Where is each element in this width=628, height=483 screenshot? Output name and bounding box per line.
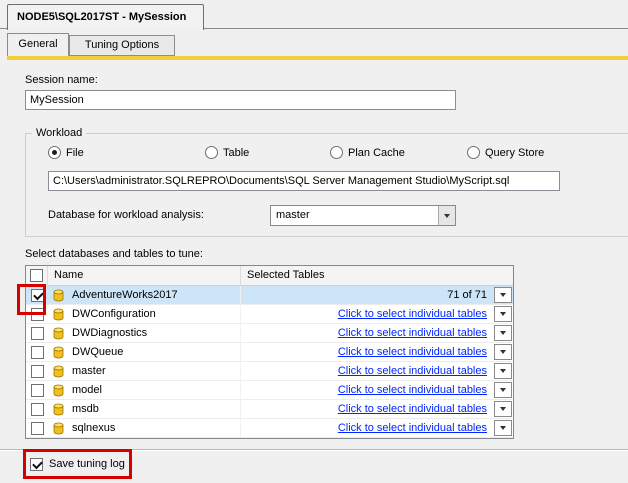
radio-plan-cache-label: Plan Cache <box>348 146 405 159</box>
row-checkbox[interactable] <box>31 403 44 416</box>
select-tables-link[interactable]: Click to select individual tables <box>338 400 487 418</box>
row-checkbox[interactable] <box>31 346 44 359</box>
radio-table-label: Table <box>223 146 250 159</box>
database-icon <box>53 327 64 340</box>
select-tables-link[interactable]: Click to select individual tables <box>338 381 487 399</box>
table-row[interactable]: DWQueue Click to select individual table… <box>26 343 513 362</box>
database-name: sqlnexus <box>72 422 116 434</box>
header-checkbox-cell <box>26 266 48 286</box>
row-checkbox[interactable] <box>31 422 44 435</box>
session-document-tab-label: NODE5\SQL2017ST - MySession <box>17 11 187 23</box>
database-name: DWQueue <box>72 346 124 358</box>
radio-file-label: File <box>66 146 84 159</box>
database-name: DWConfiguration <box>72 308 156 320</box>
row-checkbox[interactable] <box>31 289 44 302</box>
database-icon <box>53 422 64 435</box>
tables-dropdown-button[interactable] <box>494 287 512 303</box>
tab-tuning-options[interactable]: Tuning Options <box>69 35 175 56</box>
tables-dropdown-button[interactable] <box>494 306 512 322</box>
radio-unselected-icon <box>330 146 343 159</box>
workload-group-label: Workload <box>32 127 87 139</box>
database-name: master <box>72 365 106 377</box>
row-checkbox[interactable] <box>31 365 44 378</box>
radio-plan-cache[interactable]: Plan Cache <box>330 145 405 160</box>
chevron-down-icon[interactable] <box>438 206 455 225</box>
tables-dropdown-button[interactable] <box>494 420 512 436</box>
radio-file[interactable]: File <box>48 145 84 160</box>
database-icon <box>53 289 64 302</box>
database-name: msdb <box>72 403 99 415</box>
database-name: DWDiagnostics <box>72 327 148 339</box>
select-databases-label: Select databases and tables to tune: <box>25 248 203 260</box>
session-name-input[interactable] <box>25 90 456 110</box>
table-row[interactable]: DWConfiguration Click to select individu… <box>26 305 513 324</box>
radio-query-store[interactable]: Query Store <box>467 145 544 160</box>
radio-unselected-icon <box>467 146 480 159</box>
session-document-tab[interactable]: NODE5\SQL2017ST - MySession <box>7 4 204 30</box>
database-icon <box>53 403 64 416</box>
tuning-advisor-window: NODE5\SQL2017ST - MySession General Tuni… <box>0 0 628 483</box>
database-combobox[interactable]: master <box>270 205 456 226</box>
tables-dropdown-button[interactable] <box>494 344 512 360</box>
database-icon <box>53 346 64 359</box>
select-tables-link[interactable]: Click to select individual tables <box>338 343 487 361</box>
tables-dropdown-button[interactable] <box>494 325 512 341</box>
checkbox-icon <box>30 457 43 471</box>
select-tables-link[interactable]: Click to select individual tables <box>338 362 487 380</box>
database-icon <box>53 308 64 321</box>
table-row[interactable]: msdb Click to select individual tables <box>26 400 513 419</box>
select-tables-link[interactable]: Click to select individual tables <box>338 324 487 342</box>
table-header-row: Name Selected Tables <box>26 266 513 286</box>
tab-general-label: General <box>18 38 58 50</box>
radio-query-store-label: Query Store <box>485 146 545 159</box>
radio-unselected-icon <box>205 146 218 159</box>
row-checkbox[interactable] <box>31 384 44 397</box>
session-name-label: Session name: <box>25 74 98 86</box>
row-checkbox[interactable] <box>31 308 44 321</box>
tables-dropdown-button[interactable] <box>494 382 512 398</box>
save-tuning-log-label: Save tuning log <box>49 458 125 470</box>
select-tables-link[interactable]: Click to select individual tables <box>338 419 487 437</box>
table-row[interactable]: sqlnexus Click to select individual tabl… <box>26 419 513 438</box>
column-header-name[interactable]: Name <box>48 266 241 286</box>
select-all-checkbox[interactable] <box>30 269 43 282</box>
database-icon <box>53 384 64 397</box>
radio-selected-icon <box>48 146 61 159</box>
database-name: model <box>72 384 102 396</box>
tables-dropdown-button[interactable] <box>494 401 512 417</box>
workload-file-input[interactable] <box>48 171 560 191</box>
tables-dropdown-button[interactable] <box>494 363 512 379</box>
table-row[interactable]: model Click to select individual tables <box>26 381 513 400</box>
tab-tuning-options-label: Tuning Options <box>84 39 160 51</box>
tab-general[interactable]: General <box>7 33 69 56</box>
databases-table: Name Selected Tables AdventureWorks2017 … <box>25 265 514 439</box>
database-icon <box>53 365 64 378</box>
table-row[interactable]: DWDiagnostics Click to select individual… <box>26 324 513 343</box>
save-tuning-log-checkbox[interactable]: Save tuning log <box>30 456 125 472</box>
database-name: AdventureWorks2017 <box>72 289 178 301</box>
database-for-analysis-label: Database for workload analysis: <box>48 209 204 221</box>
radio-table[interactable]: Table <box>205 145 249 160</box>
footer-separator <box>0 449 628 451</box>
table-row[interactable]: master Click to select individual tables <box>26 362 513 381</box>
table-row[interactable]: AdventureWorks2017 71 of 71 <box>26 286 513 305</box>
database-combobox-value: master <box>276 209 310 221</box>
row-checkbox[interactable] <box>31 327 44 340</box>
tab-accent-bar <box>7 56 628 60</box>
select-tables-link[interactable]: Click to select individual tables <box>338 305 487 323</box>
selected-tables-count: 71 of 71 <box>447 289 487 301</box>
column-header-selected-tables[interactable]: Selected Tables <box>241 266 513 286</box>
